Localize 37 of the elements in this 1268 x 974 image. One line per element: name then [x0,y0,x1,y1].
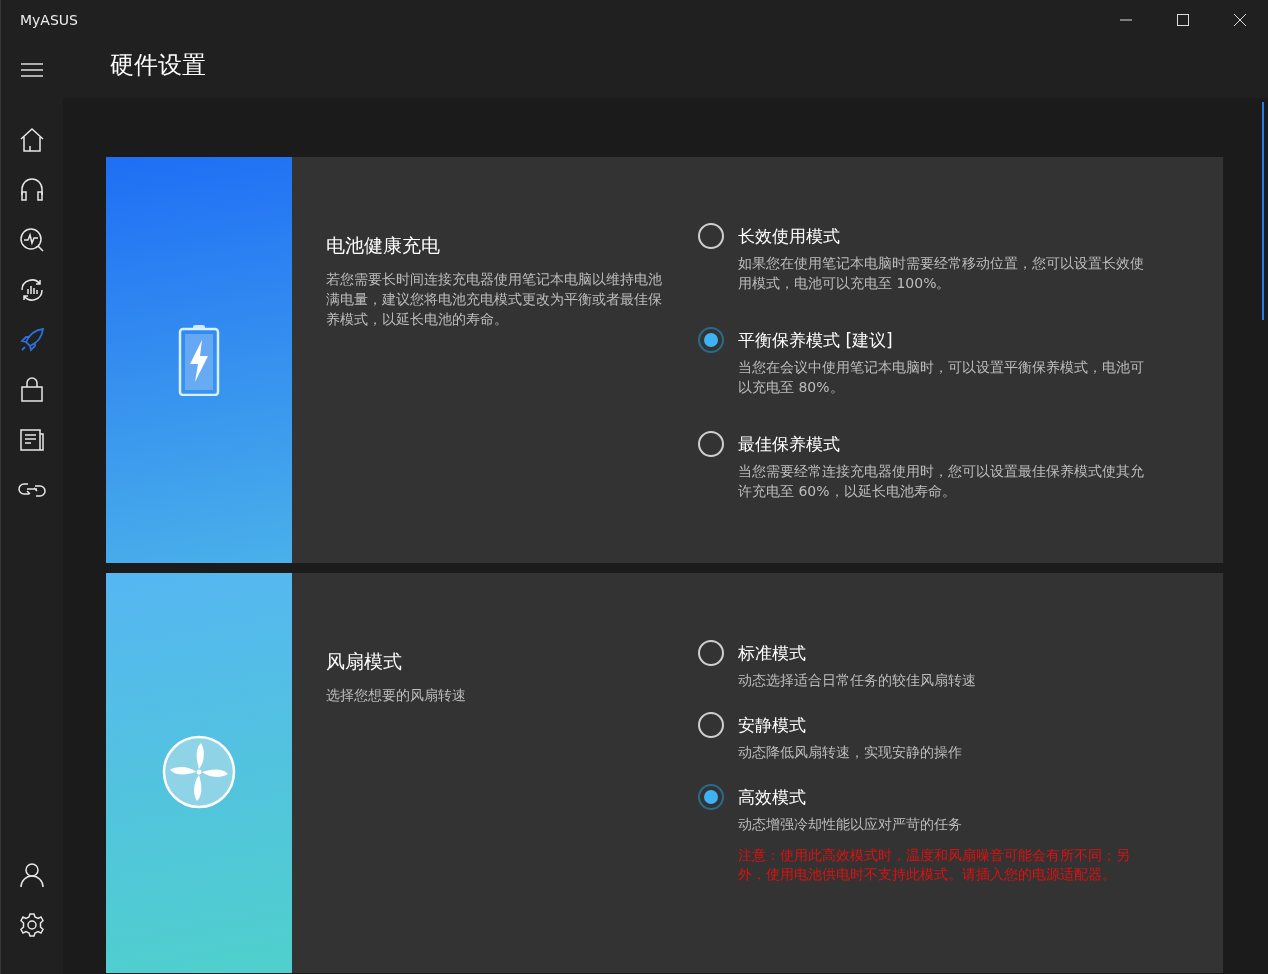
section-description: 若您需要长时间连接充电器使用笔记本电脑以维持电池满电量，建议您将电池充电模式更改为平衡或者最佳保养模式，以延长电池的寿命。 [326,270,663,329]
warning-text: 注意：使用此高效模式时，温度和风扇噪音可能会有所不同；另外，使用电池供电时不支持此模式。请插入您的电源适配器。 [738,846,1131,884]
shopping-bag-icon [19,377,45,403]
option-label: 高效模式 [738,786,807,809]
option-label: 安静模式 [738,714,807,737]
maximize-icon [1176,14,1189,26]
rocket-icon [19,327,45,353]
option-description: 如果您在使用笔记本电脑时需要经常移动位置，您可以设置长效使用模式，电池可以充电至 100%。 [738,254,1145,293]
diagnosis-icon [19,227,45,253]
window-title: MyASUS [20,12,78,28]
user-icon [20,862,44,888]
option-description: 当您在会议中使用笔记本电脑时，可以设置平衡保养模式，电池可以充电至 80%。 [738,358,1145,397]
option-label: 长效使用模式 [738,225,841,248]
close-icon [1233,14,1246,26]
page-title: 硬件设置 [110,50,206,81]
radio-button[interactable] [698,784,724,810]
news-icon [19,427,45,453]
option-description: 动态增强冷却性能以应对严苛的任务 [738,815,963,834]
menu-icon [21,62,43,78]
settings-icon [19,912,45,938]
home-icon [19,127,45,153]
section-title: 风扇模式 [326,649,403,674]
battery-charging-icon [178,324,220,396]
option-description: 当您需要经常连接充电器使用时，您可以设置最佳保养模式使其允许充电至 60%，以延长电池寿命。 [738,462,1145,501]
option-label: 标准模式 [738,642,807,665]
section-title: 电池健康充电 [326,233,441,258]
option-label: 平衡保养模式 [建议] [738,329,894,352]
option-label: 最佳保养模式 [738,433,841,456]
fan-icon [162,735,236,809]
scrollbar-thumb[interactable] [1262,102,1264,320]
radio-button[interactable] [698,327,724,353]
option-description: 动态选择适合日常任务的较佳风扇转速 [738,671,977,690]
headset-icon [19,177,45,203]
section-description: 选择您想要的风扇转速 [326,686,467,705]
option-description: 动态降低风扇转速，实现安静的操作 [738,743,963,762]
chart-refresh-icon [19,277,45,303]
link-icon [18,480,46,500]
